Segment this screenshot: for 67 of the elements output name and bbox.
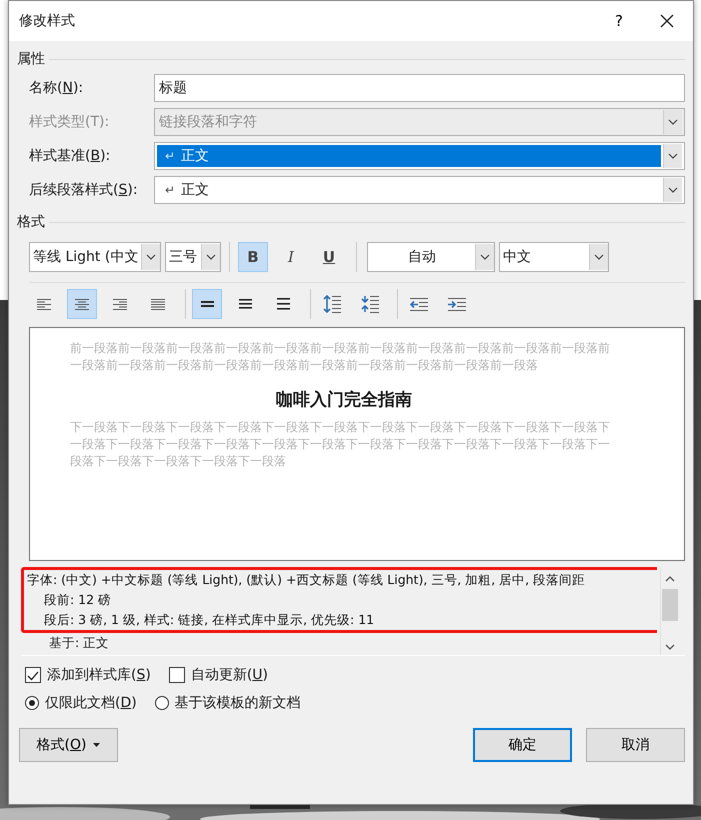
description-text: 段后: 3 磅, 1 级, 样式: 链接, 在样式库中显示, 优先级: 11 bbox=[43, 611, 376, 629]
window-title: 修改样式 bbox=[19, 12, 76, 30]
dropdown-button[interactable] bbox=[589, 244, 608, 270]
name-field[interactable]: 标题 bbox=[154, 74, 685, 102]
indent-icon bbox=[448, 297, 466, 311]
dropdown-field[interactable]: ↵ 正文 bbox=[154, 142, 685, 170]
format-button[interactable]: 格式(O) bbox=[19, 728, 118, 762]
chevron-icon bbox=[206, 254, 216, 260]
paragraph-spacing-icon bbox=[323, 295, 341, 313]
font-dropdown[interactable]: 等线 Light (中文 bbox=[29, 242, 161, 272]
line-spacing-icon bbox=[238, 298, 252, 310]
language-dropdown[interactable]: 中文 bbox=[499, 242, 609, 272]
checkbox[interactable] bbox=[25, 667, 41, 683]
paragraph-spacing-icon bbox=[361, 295, 379, 313]
align-center-button[interactable] bbox=[67, 289, 97, 319]
preview-text: 下一段落下一段落下一段落下一段落下一段落下一段落下一段落下一段落下一段落下一段落下一段落下一段落下一段落下一段落下一段落下一段落下一段落下一段落下一段落下一段落下一段落下一段落下一段落下一段落下一段落下一段落下一段落 bbox=[70, 419, 611, 470]
chevron-icon bbox=[146, 254, 156, 260]
ok-button[interactable]: 确定 bbox=[473, 728, 572, 762]
radio-label: 基于该模板的新文档 bbox=[174, 694, 301, 712]
radio-button[interactable] bbox=[154, 696, 169, 710]
description-text: 字体: (中文) +中文标题 (等线 Light), (默认) +西文标题 (等线 Light), 三号, 加粗, 居中, 段落间距 bbox=[27, 571, 586, 589]
scroll-down-icon bbox=[665, 643, 675, 651]
line-spacing-button[interactable] bbox=[192, 289, 222, 319]
caret-icon bbox=[93, 743, 100, 747]
field-label: 后续段落样式(S): bbox=[29, 181, 139, 199]
checkbox-label: 添加到样式库(S) bbox=[47, 666, 151, 684]
dropdown-field[interactable]: ↵ 正文 bbox=[154, 176, 685, 204]
radio-label: 仅限此文档(D) bbox=[45, 694, 137, 712]
checkbox-label: 自动更新(U) bbox=[190, 666, 268, 684]
close-icon bbox=[660, 14, 674, 28]
chevron-icon bbox=[668, 153, 678, 159]
bold-button[interactable]: B bbox=[238, 242, 268, 272]
line-spacing-icon bbox=[276, 298, 290, 310]
help-button[interactable]: ? bbox=[597, 1, 641, 41]
chevron-icon bbox=[668, 119, 678, 125]
indent-icon bbox=[410, 297, 428, 311]
preview-heading: 咖啡入门完全指南 bbox=[275, 389, 413, 412]
line-spacing-icon bbox=[200, 298, 214, 310]
chevron-icon bbox=[480, 254, 490, 260]
field-label: 样式类型(T): bbox=[29, 113, 110, 131]
italic-button[interactable]: I bbox=[276, 242, 306, 272]
preview-text: 前一段落前一段落前一段落前一段落前一段落前一段落前一段落前一段落前一段落前一段落前一段落前一段落前一段落前一段落前一段落前一段落前一段落前一段落前一段落前一段落前一段落 bbox=[70, 340, 611, 374]
align-right-icon bbox=[113, 298, 127, 310]
scroll-thumb[interactable] bbox=[662, 589, 678, 621]
underline-button[interactable]: U bbox=[314, 242, 344, 272]
chevron-icon bbox=[594, 254, 604, 260]
dropdown-button[interactable] bbox=[201, 244, 220, 270]
description-text: 段前: 12 磅 bbox=[43, 591, 112, 609]
scroll-up-icon bbox=[665, 575, 675, 583]
color-dropdown[interactable]: 自动 bbox=[367, 242, 495, 272]
radio-button[interactable] bbox=[25, 696, 39, 710]
dropdown-button[interactable] bbox=[475, 244, 494, 270]
field-label: 名称(N): bbox=[29, 79, 84, 97]
chevron-icon bbox=[668, 187, 678, 193]
field-label: 样式基准(B): bbox=[29, 147, 112, 165]
size-dropdown[interactable]: 三号 bbox=[165, 242, 221, 272]
align-center-icon bbox=[75, 298, 89, 310]
dropdown-button[interactable] bbox=[663, 144, 682, 168]
section-heading: 属性 bbox=[17, 50, 45, 68]
description-text: 基于: 正文 bbox=[48, 634, 110, 652]
dropdown-button[interactable] bbox=[141, 244, 160, 270]
cancel-button[interactable]: 取消 bbox=[586, 728, 685, 762]
align-left-icon bbox=[37, 298, 51, 310]
dropdown-button[interactable] bbox=[663, 178, 682, 202]
section-heading: 格式 bbox=[17, 213, 45, 231]
align-justify-icon bbox=[151, 298, 165, 310]
checkbox[interactable] bbox=[168, 667, 185, 683]
